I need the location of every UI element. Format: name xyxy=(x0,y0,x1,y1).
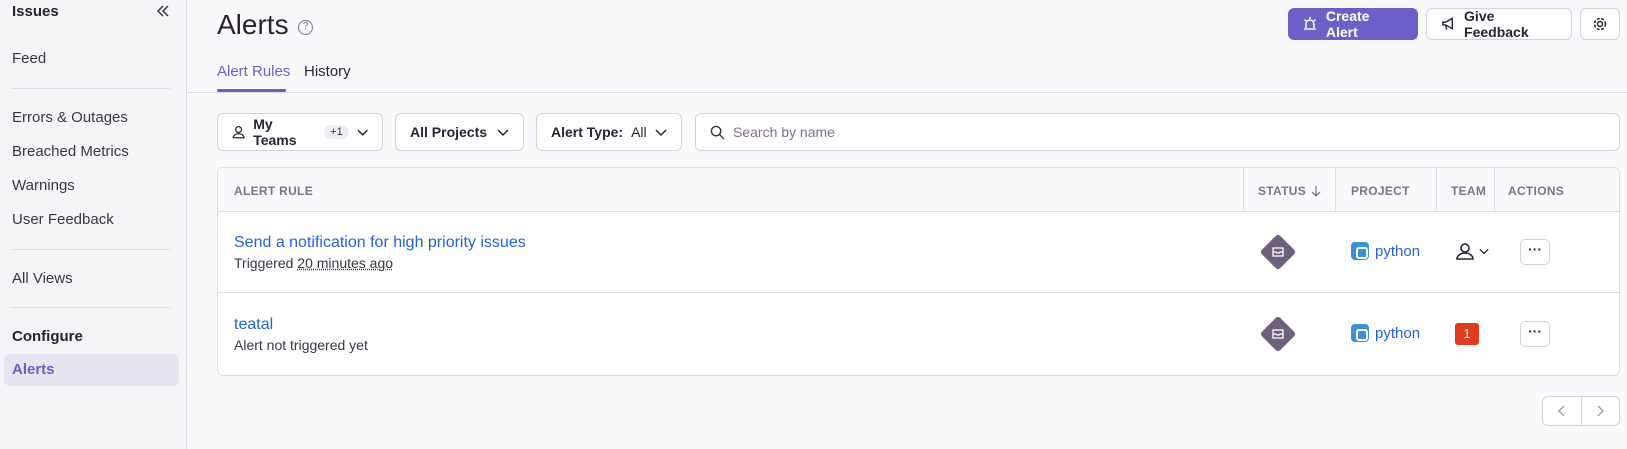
column-alert-rule[interactable]: ALERT RULE xyxy=(234,184,313,198)
teams-count-badge: +1 xyxy=(324,125,349,139)
sidebar-item-alerts[interactable]: Alerts xyxy=(4,354,179,386)
project-link[interactable]: python xyxy=(1351,324,1420,342)
give-feedback-label: Give Feedback xyxy=(1464,8,1529,40)
previous-page-button[interactable] xyxy=(1543,397,1582,425)
column-project: PROJECT xyxy=(1351,184,1410,198)
sidebar-divider xyxy=(12,249,170,250)
sidebar-divider xyxy=(12,88,170,89)
tab-history[interactable]: History xyxy=(304,63,351,80)
column-divider xyxy=(1494,168,1495,212)
team-selector[interactable] xyxy=(1455,242,1489,260)
alert-rule-title[interactable]: Send a notification for high priority is… xyxy=(234,234,526,252)
table-row: Send a notification for high priority is… xyxy=(218,212,1619,293)
sidebar-item-feed[interactable]: Feed xyxy=(12,50,46,67)
chevron-down-icon xyxy=(655,129,667,137)
search-icon xyxy=(710,125,725,140)
megaphone-icon xyxy=(1442,17,1453,30)
sidebar-item-label: Alerts xyxy=(12,361,55,378)
chevron-down-icon xyxy=(357,129,368,136)
help-icon[interactable]: ? xyxy=(298,20,313,35)
tab-alert-rules[interactable]: Alert Rules xyxy=(217,63,290,80)
give-feedback-button[interactable]: Give Feedback xyxy=(1426,8,1572,40)
python-icon xyxy=(1351,242,1369,260)
chevron-down-icon xyxy=(1479,248,1489,255)
teams-filter-label: My Teams xyxy=(253,116,297,148)
row-actions-button[interactable]: ··· xyxy=(1520,239,1550,265)
sidebar-item-errors-outages[interactable]: Errors & Outages xyxy=(12,109,128,126)
header-divider xyxy=(188,92,1627,93)
next-page-button[interactable] xyxy=(1582,397,1620,425)
project-name: python xyxy=(1375,324,1421,342)
sidebar-item-user-feedback[interactable]: User Feedback xyxy=(12,211,114,228)
pagination xyxy=(1542,396,1620,426)
column-team: TEAM xyxy=(1451,184,1487,198)
chevron-left-icon xyxy=(1557,405,1565,417)
column-divider xyxy=(1243,168,1244,212)
sidebar-section-configure: Configure xyxy=(12,328,83,345)
sidebar-header: Issues xyxy=(12,3,59,20)
archive-icon xyxy=(1272,247,1284,257)
alert-type-label: Alert Type: xyxy=(551,124,624,140)
alert-rule-subtitle: Triggered 20 minutes ago xyxy=(234,255,393,271)
teams-filter[interactable]: My Teams +1 xyxy=(217,113,383,151)
column-divider xyxy=(1335,168,1336,212)
triggered-prefix: Triggered xyxy=(234,255,298,271)
row-actions-button[interactable]: ··· xyxy=(1520,321,1550,347)
sidebar-item-warnings[interactable]: Warnings xyxy=(12,177,75,194)
search-placeholder: Search by name xyxy=(733,124,835,140)
alert-rule-subtitle: Alert not triggered yet xyxy=(234,337,368,353)
column-divider xyxy=(1436,168,1437,212)
settings-button[interactable] xyxy=(1580,8,1620,40)
gear-icon xyxy=(1593,17,1607,31)
create-alert-label: Create Alert xyxy=(1325,8,1370,40)
project-name: python xyxy=(1375,242,1421,260)
alert-rule-title[interactable]: teatal xyxy=(234,316,273,334)
chevron-down-icon xyxy=(497,129,509,137)
alert-rules-table: ALERT RULE STATUS PROJECT TEAM ACTIONS S… xyxy=(217,167,1620,376)
arrow-down-icon xyxy=(1311,186,1321,197)
search-input[interactable]: Search by name xyxy=(695,113,1620,151)
collapse-sidebar-icon[interactable] xyxy=(155,3,171,19)
user-icon xyxy=(232,126,245,139)
create-alert-button[interactable]: Create Alert xyxy=(1288,8,1418,40)
archive-icon xyxy=(1272,329,1284,339)
main-content: Alerts ? Create Alert Give Feedback Aler… xyxy=(188,0,1627,449)
triggered-time: 20 minutes ago xyxy=(297,255,394,271)
projects-filter-label: All Projects xyxy=(410,124,488,140)
sidebar-divider xyxy=(12,307,170,308)
chevron-right-icon xyxy=(1597,405,1605,417)
table-header: ALERT RULE STATUS PROJECT TEAM ACTIONS xyxy=(218,168,1619,212)
alert-type-filter[interactable]: Alert Type: All xyxy=(536,113,682,151)
sidebar: Issues Feed Errors & Outages Breached Me… xyxy=(0,0,187,449)
table-row: teatal Alert not triggered yet python 1 … xyxy=(218,293,1619,374)
sidebar-item-all-views[interactable]: All Views xyxy=(12,270,73,287)
column-status[interactable]: STATUS xyxy=(1258,184,1322,198)
page-title: Alerts xyxy=(217,9,289,40)
alert-type-value: All xyxy=(631,124,647,140)
team-badge[interactable]: 1 xyxy=(1455,323,1479,345)
column-actions: ACTIONS xyxy=(1508,184,1565,198)
projects-filter[interactable]: All Projects xyxy=(395,113,524,151)
project-link[interactable]: python xyxy=(1351,242,1420,260)
sidebar-item-breached-metrics[interactable]: Breached Metrics xyxy=(12,143,129,160)
siren-icon xyxy=(1303,17,1316,30)
column-status-label: STATUS xyxy=(1258,184,1307,198)
user-icon xyxy=(1456,243,1474,260)
python-icon xyxy=(1351,324,1369,342)
